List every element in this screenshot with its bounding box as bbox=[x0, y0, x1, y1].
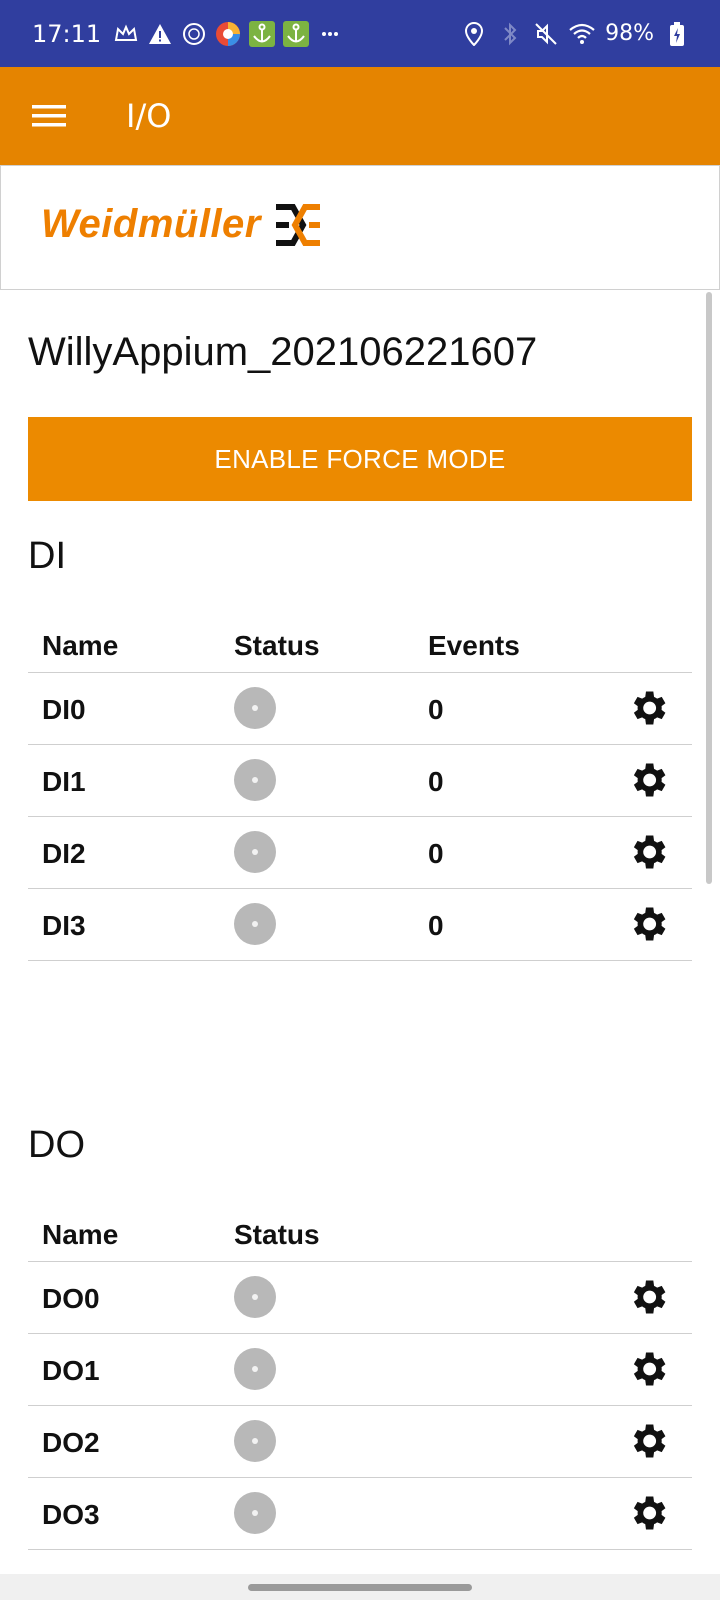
gear-icon[interactable] bbox=[626, 830, 670, 874]
di-header-status: Status bbox=[234, 630, 320, 661]
do-name: DO1 bbox=[42, 1355, 100, 1386]
di-name: DI0 bbox=[42, 694, 86, 725]
enable-force-mode-button[interactable]: ENABLE FORCE MODE bbox=[28, 417, 692, 501]
brand-header: Weidmüller bbox=[0, 165, 720, 290]
di-section-title: DI bbox=[28, 535, 66, 577]
gear-icon[interactable] bbox=[626, 1491, 670, 1535]
vpn-icon bbox=[181, 21, 207, 47]
warning-icon bbox=[147, 21, 173, 47]
brand-wordmark: Weidmüller bbox=[41, 202, 261, 246]
home-gesture-handle[interactable] bbox=[248, 1584, 472, 1591]
table-row: DI0 0 bbox=[28, 673, 692, 745]
gear-icon[interactable] bbox=[626, 686, 670, 730]
device-name: WillyAppium_202106221607 bbox=[28, 330, 538, 374]
bluetooth-icon bbox=[497, 21, 523, 47]
do-table: Name Status DO0 DO1 DO2 DO3 bbox=[28, 1205, 692, 1550]
di-events: 0 bbox=[428, 766, 444, 797]
status-indicator bbox=[234, 759, 276, 801]
scrollbar[interactable] bbox=[706, 292, 712, 884]
battery-percent: 98% bbox=[605, 21, 654, 46]
gear-icon[interactable] bbox=[626, 1419, 670, 1463]
table-row: DI3 0 bbox=[28, 889, 692, 961]
do-name: DO3 bbox=[42, 1499, 100, 1530]
do-header-name: Name bbox=[42, 1219, 119, 1250]
brand-logo: Weidmüller bbox=[41, 202, 323, 247]
page-title: I/O bbox=[126, 97, 172, 135]
status-bar: 17:11 98% bbox=[0, 0, 720, 67]
di-table-header: Name Status Events bbox=[28, 616, 692, 673]
di-events: 0 bbox=[428, 910, 444, 941]
gear-icon[interactable] bbox=[626, 1347, 670, 1391]
table-row: DI2 0 bbox=[28, 817, 692, 889]
di-table: Name Status Events DI0 0 DI1 0 DI2 0 DI3… bbox=[28, 616, 692, 961]
do-section-title: DO bbox=[28, 1124, 85, 1166]
anchor-icon bbox=[249, 20, 276, 47]
wifi-icon bbox=[569, 21, 595, 47]
hamburger-menu-icon bbox=[32, 105, 66, 127]
menu-button[interactable] bbox=[26, 93, 72, 139]
anchor-icon bbox=[283, 20, 310, 47]
di-name: DI2 bbox=[42, 838, 86, 869]
mute-icon bbox=[533, 21, 559, 47]
status-indicator[interactable] bbox=[234, 1348, 276, 1390]
battery-icon bbox=[664, 21, 690, 47]
gear-icon[interactable] bbox=[626, 902, 670, 946]
do-table-header: Name Status bbox=[28, 1205, 692, 1262]
table-row: DO2 bbox=[28, 1406, 692, 1478]
do-name: DO0 bbox=[42, 1283, 100, 1314]
di-name: DI3 bbox=[42, 910, 86, 941]
app-bar: I/O bbox=[0, 67, 720, 165]
table-row: DI1 0 bbox=[28, 745, 692, 817]
location-icon bbox=[461, 21, 487, 47]
di-events: 0 bbox=[428, 694, 444, 725]
di-header-name: Name bbox=[42, 630, 119, 661]
table-row: DO0 bbox=[28, 1262, 692, 1334]
di-name: DI1 bbox=[42, 766, 86, 797]
browser-icon bbox=[215, 21, 241, 47]
do-name: DO2 bbox=[42, 1427, 100, 1458]
gear-icon[interactable] bbox=[626, 758, 670, 802]
more-icon bbox=[317, 21, 343, 47]
crown-icon bbox=[113, 21, 139, 47]
status-time: 17:11 bbox=[32, 19, 102, 48]
gear-icon[interactable] bbox=[626, 1275, 670, 1319]
navigation-bar bbox=[0, 1574, 720, 1600]
di-header-events: Events bbox=[428, 630, 520, 661]
status-indicator bbox=[234, 687, 276, 729]
table-row: DO1 bbox=[28, 1334, 692, 1406]
status-indicator[interactable] bbox=[234, 1420, 276, 1462]
table-row: DO3 bbox=[28, 1478, 692, 1550]
status-indicator bbox=[234, 903, 276, 945]
status-indicator[interactable] bbox=[234, 1492, 276, 1534]
weidmuller-logo-icon bbox=[275, 203, 320, 246]
status-indicator bbox=[234, 831, 276, 873]
status-indicator[interactable] bbox=[234, 1276, 276, 1318]
do-header-status: Status bbox=[234, 1219, 320, 1250]
di-events: 0 bbox=[428, 838, 444, 869]
